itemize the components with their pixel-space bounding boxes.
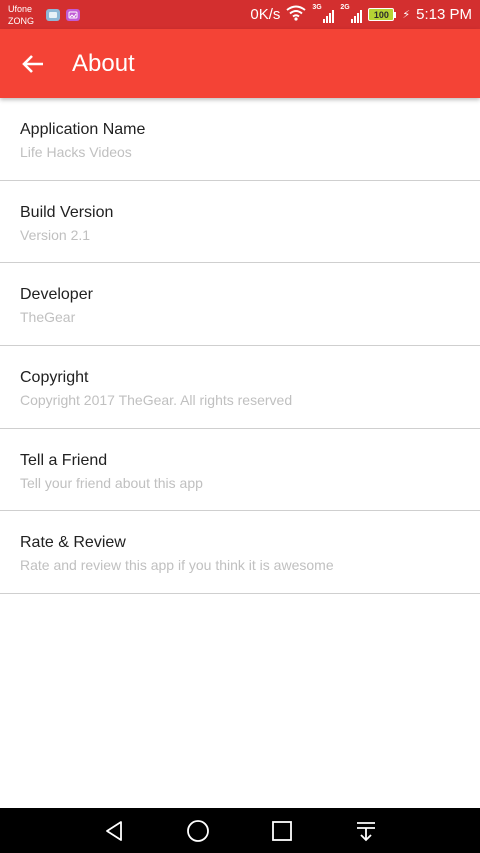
battery-level: 100 xyxy=(368,8,395,21)
square-recents-icon xyxy=(272,820,292,841)
item-title: Tell a Friend xyxy=(20,451,108,469)
item-title: Build Version xyxy=(20,203,114,221)
status-bar: Ufone ZONG 0K/s 3G 2G 100 ⚡ 5:13 PM xyxy=(0,0,480,29)
nav-home-button[interactable] xyxy=(185,818,211,844)
circle-home-icon xyxy=(187,819,209,842)
list-item-application-name[interactable]: Application Name Life Hacks Videos xyxy=(0,98,480,181)
carrier-1: Ufone xyxy=(8,3,33,14)
carrier-names: Ufone ZONG xyxy=(8,3,34,27)
item-subtitle: Copyright 2017 TheGear. All rights reser… xyxy=(20,392,293,409)
carrier-2: ZONG xyxy=(8,15,34,26)
back-button[interactable] xyxy=(0,29,68,98)
status-time: 5:13 PM xyxy=(416,6,472,23)
signal-3g-icon: 3G xyxy=(312,4,335,23)
charging-icon: ⚡ xyxy=(402,9,411,21)
signal-2g-icon: 2G xyxy=(340,4,363,23)
list-item-rate-review[interactable]: Rate & Review Rate and review this app i… xyxy=(0,511,480,595)
page-title: About xyxy=(72,49,135,77)
notification-image-icon xyxy=(66,8,80,21)
pull-down-icon xyxy=(357,821,375,841)
item-title: Application Name xyxy=(20,121,146,138)
nav-notifications-button[interactable] xyxy=(353,818,379,844)
list-item-developer[interactable]: Developer TheGear xyxy=(0,263,480,347)
about-list: Application Name Life Hacks Videos Build… xyxy=(0,98,480,595)
battery-icon: 100 xyxy=(368,8,397,21)
arrow-left-icon xyxy=(22,54,43,73)
wifi-icon xyxy=(286,5,307,25)
item-subtitle: TheGear xyxy=(20,309,76,326)
nav-back-button[interactable] xyxy=(101,818,127,844)
notification-app-icon xyxy=(46,8,60,21)
system-nav-bar xyxy=(0,808,480,853)
app-bar: About xyxy=(0,29,480,98)
item-subtitle: Life Hacks Videos xyxy=(20,144,132,160)
list-item-build-version[interactable]: Build Version Version 2.1 xyxy=(0,181,480,264)
item-title: Rate & Review xyxy=(20,534,126,552)
item-subtitle: Version 2.1 xyxy=(20,226,91,243)
item-subtitle: Tell your friend about this app xyxy=(20,474,203,491)
triangle-back-icon xyxy=(106,820,122,841)
item-subtitle: Rate and review this app if you think it… xyxy=(20,557,334,574)
list-item-tell-a-friend[interactable]: Tell a Friend Tell your friend about thi… xyxy=(0,429,480,512)
item-title: Copyright xyxy=(20,369,89,387)
network-speed: 0K/s xyxy=(250,6,281,23)
nav-recents-button[interactable] xyxy=(269,818,295,844)
list-item-copyright[interactable]: Copyright Copyright 2017 TheGear. All ri… xyxy=(0,346,480,429)
item-title: Developer xyxy=(20,286,93,304)
